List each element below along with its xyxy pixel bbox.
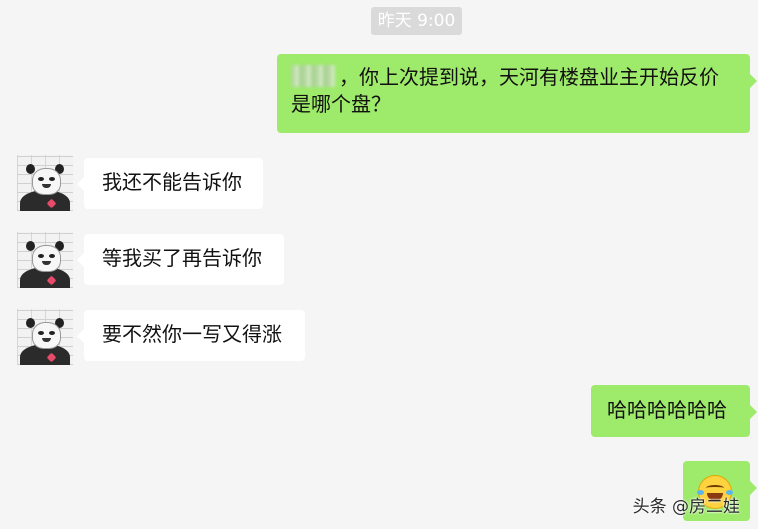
incoming-message-bubble[interactable]: 我还不能告诉你 (77, 158, 263, 209)
message-text: 要不然你一写又得涨 (102, 322, 282, 346)
message-text: ，你上次提到说，天河有楼盘业主开始反价 (339, 65, 719, 89)
outgoing-message-bubble[interactable]: ，你上次提到说，天河有楼盘业主开始反价 是哪个盘？ (277, 54, 757, 133)
message-text: 等我买了再告诉你 (102, 246, 262, 270)
message-text-line2: 是哪个盘？ (291, 92, 391, 116)
panda-meme-icon (32, 322, 61, 349)
message-timestamp: 昨天 9:00 (371, 7, 462, 35)
incoming-message-bubble[interactable]: 要不然你一写又得涨 (77, 310, 305, 361)
contact-avatar[interactable] (17, 232, 73, 288)
panda-meme-icon (32, 245, 61, 272)
incoming-message-bubble[interactable]: 等我买了再告诉你 (77, 234, 284, 285)
contact-avatar[interactable] (17, 155, 73, 211)
redacted-name (291, 65, 335, 87)
watermark: 头条 @房二娃 (632, 497, 740, 517)
outgoing-message-bubble[interactable]: 哈哈哈哈哈哈 (591, 385, 757, 437)
panda-meme-icon (32, 168, 61, 195)
contact-avatar[interactable] (17, 309, 73, 365)
message-text: 哈哈哈哈哈哈 (607, 398, 727, 422)
message-text: 我还不能告诉你 (102, 170, 242, 194)
